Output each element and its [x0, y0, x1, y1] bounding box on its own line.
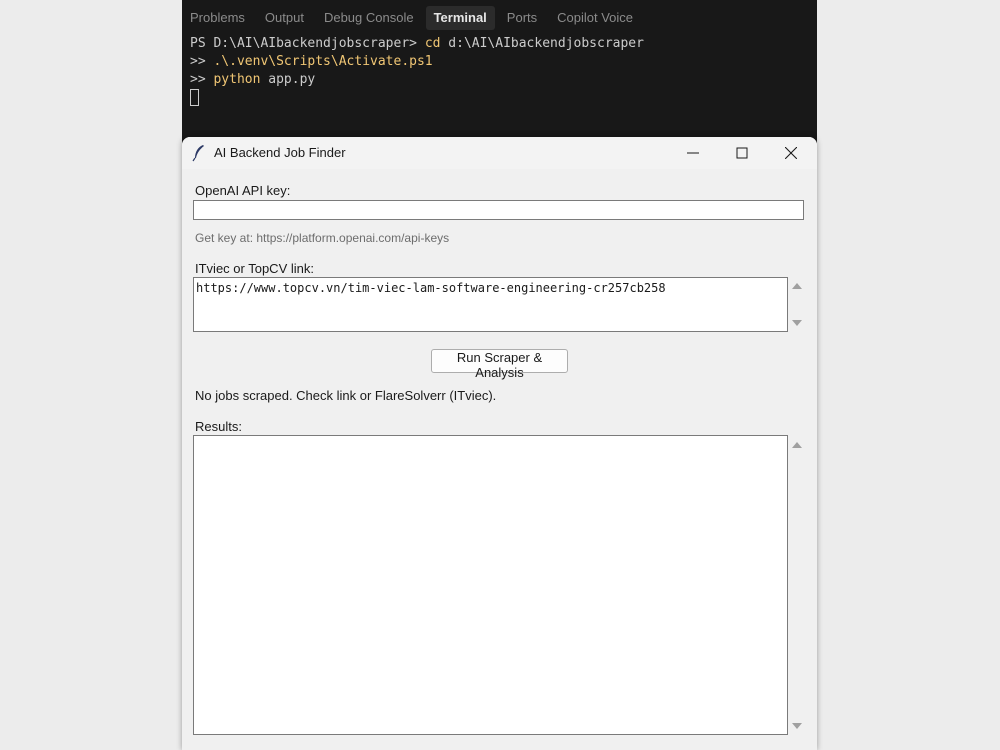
results-textbox[interactable]: [193, 435, 788, 735]
link-label: ITviec or TopCV link:: [195, 261, 314, 276]
api-key-input[interactable]: [193, 200, 804, 220]
terminal-line: [190, 89, 644, 107]
terminal-command: python: [213, 72, 261, 87]
api-key-hint: Get key at: https://platform.openai.com/…: [195, 231, 450, 245]
job-link-textbox[interactable]: https://www.topcv.vn/tim-viec-lam-softwa…: [193, 277, 788, 332]
api-key-label: OpenAI API key:: [195, 183, 291, 198]
tab-debug-console[interactable]: Debug Console: [316, 6, 422, 30]
status-text: No jobs scraped. Check link or FlareSolv…: [195, 388, 497, 403]
panel-tab-bar: Problems Output Debug Console Terminal P…: [182, 5, 645, 30]
vscode-terminal-panel: Problems Output Debug Console Terminal P…: [182, 0, 817, 145]
tab-copilot-voice[interactable]: Copilot Voice: [549, 6, 641, 30]
tab-terminal[interactable]: Terminal: [425, 5, 495, 30]
scroll-down-arrow-icon[interactable]: [791, 721, 803, 731]
terminal-continuation: >>: [190, 72, 214, 87]
scroll-up-arrow-icon[interactable]: [791, 281, 803, 291]
window-title: AI Backend Job Finder: [214, 145, 346, 160]
terminal-command: .\.venv\Scripts\Activate.ps1: [213, 54, 433, 69]
title-bar[interactable]: AI Backend Job Finder: [182, 137, 817, 169]
tab-problems[interactable]: Problems: [182, 6, 253, 30]
job-finder-window: AI Backend Job Finder OpenAI API key: Ge…: [182, 137, 817, 750]
terminal-line: >> python app.py: [190, 71, 644, 89]
feather-icon: [192, 145, 204, 162]
tab-ports[interactable]: Ports: [499, 6, 545, 30]
run-scraper-button[interactable]: Run Scraper & Analysis: [431, 349, 568, 380]
terminal-line: >> .\.venv\Scripts\Activate.ps1: [190, 53, 644, 71]
tab-output[interactable]: Output: [257, 6, 312, 30]
close-button[interactable]: [768, 137, 814, 169]
terminal-command: cd: [424, 36, 441, 51]
terminal-prompt: PS D:\AI\AIbackendjobscraper>: [190, 36, 425, 51]
terminal-output[interactable]: PS D:\AI\AIbackendjobscraper> cd d:\AI\A…: [190, 35, 644, 107]
results-label: Results:: [195, 419, 242, 434]
terminal-argument: app.py: [260, 72, 316, 87]
scroll-up-arrow-icon[interactable]: [791, 440, 803, 450]
close-icon: [785, 147, 797, 159]
scroll-down-arrow-icon[interactable]: [791, 318, 803, 328]
terminal-cursor: [190, 89, 199, 106]
maximize-button[interactable]: [719, 137, 765, 169]
terminal-line: PS D:\AI\AIbackendjobscraper> cd d:\AI\A…: [190, 35, 644, 53]
minimize-icon: [687, 152, 699, 154]
terminal-argument: d:\AI\AIbackendjobscraper: [440, 36, 644, 51]
minimize-button[interactable]: [670, 137, 716, 169]
maximize-icon: [736, 147, 748, 159]
terminal-continuation: >>: [190, 54, 214, 69]
